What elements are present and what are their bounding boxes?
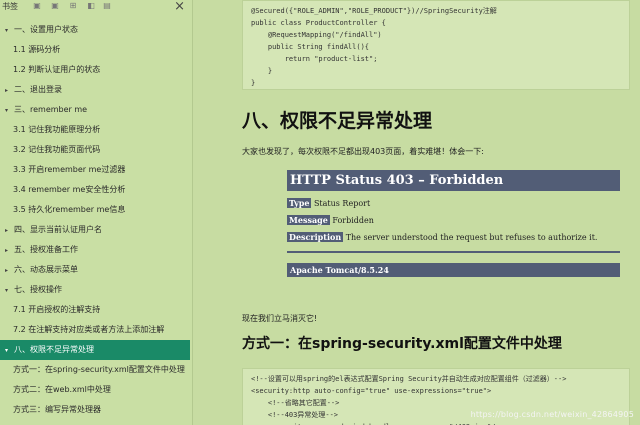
code-line: @RequestMapping("/findAll") <box>251 31 382 39</box>
code-line: public String findAll(){ <box>251 43 370 51</box>
bookmark-item[interactable]: 1.1 源码分析 <box>0 40 190 60</box>
bookmark-label: 四、显示当前认证用户名 <box>14 225 102 234</box>
bookmark-item[interactable]: 方式一：在spring-security.xml配置文件中处理 <box>0 360 190 380</box>
paragraph: 大家也发现了，每次权限不足都出现403页面，着实难堪！体会一下: <box>242 147 484 156</box>
code-line: <security:http auto-config="true" use-ex… <box>251 387 492 395</box>
bookmark-label: 二、退出登录 <box>14 85 62 94</box>
error-description-label: Description <box>287 232 344 242</box>
sidebar-toolbar: 书签 ▣ ▣ ⊞ ◧ ▤ × <box>0 0 192 14</box>
bookmark-item[interactable]: 7.1 开启授权的注解支持 <box>0 300 190 320</box>
code-line: public class ProductController { <box>251 19 386 27</box>
code-line: <!--省略其它配置--> <box>251 399 340 407</box>
bookmark-label: 三、remember me <box>14 105 88 114</box>
bookmark-label: 五、授权准备工作 <box>14 245 78 254</box>
bookmark-label: 一、设置用户状态 <box>14 25 78 34</box>
bookmark-label: 八、权限不足异常处理 <box>14 345 94 354</box>
bookmark-item[interactable]: ▾ 一、设置用户状态 <box>0 20 190 40</box>
caret-down-icon[interactable]: ▾ <box>5 341 14 360</box>
code-line: <!--设置可以用spring的el表达式配置Spring Security并自… <box>251 375 567 383</box>
caret-down-icon[interactable]: ▾ <box>5 281 14 300</box>
error-page-screenshot: HTTP Status 403 – Forbidden Type Status … <box>287 170 620 277</box>
caret-right-icon[interactable]: ▸ <box>5 261 14 280</box>
bookmark-label: 方式一：在spring-security.xml配置文件中处理 <box>13 365 185 374</box>
error-type-label: Type <box>287 198 312 208</box>
paragraph: 现在我们立马消灭它! <box>242 314 318 323</box>
bookmark-label: 方式三：编写异常处理器 <box>13 405 101 414</box>
bookmark-item[interactable]: ▸ 五、授权准备工作 <box>0 240 190 260</box>
bookmark-label: 六、动态展示菜单 <box>14 265 78 274</box>
sidebar-title: 书签 <box>2 2 18 11</box>
bookmark-item[interactable]: 7.2 在注解支持对应类或者方法上添加注解 <box>0 320 190 340</box>
bookmark-item[interactable]: ▾ 八、权限不足异常处理 <box>0 340 190 360</box>
bookmark-item[interactable]: ▾ 三、remember me <box>0 100 190 120</box>
bookmark-item[interactable]: 3.5 持久化remember me信息 <box>0 200 190 220</box>
bookmark-item[interactable]: 3.2 记住我功能页面代码 <box>0 140 190 160</box>
code-line: } <box>251 67 273 75</box>
bookmark-label: 3.3 开启remember me过滤器 <box>13 165 126 174</box>
bookmark-item[interactable]: 方式二：在web.xml中处理 <box>0 380 190 400</box>
section-heading: 八、权限不足异常处理 <box>242 110 433 132</box>
error-description-line: Description The server understood the re… <box>287 232 620 242</box>
add-bookmark-icon[interactable]: ⊞ <box>68 1 78 11</box>
bookmark-item[interactable]: ▾ 七、授权操作 <box>0 280 190 300</box>
error-description-value: The server understood the request but re… <box>345 233 598 242</box>
bookmark-label: 七、授权操作 <box>14 285 62 294</box>
bookmark-label: 3.4 remember me安全性分析 <box>13 185 126 194</box>
delete-icon[interactable]: ▤ <box>102 1 112 11</box>
error-footer: Apache Tomcat/8.5.24 <box>287 263 620 277</box>
caret-down-icon[interactable]: ▾ <box>5 101 14 120</box>
bookmark-label: 3.5 持久化remember me信息 <box>13 205 126 214</box>
bookmark-item[interactable]: ▸ 六、动态展示菜单 <box>0 260 190 280</box>
bookmark-icon[interactable]: ◧ <box>86 1 96 11</box>
bookmark-item[interactable]: 3.3 开启remember me过滤器 <box>0 160 190 180</box>
bookmark-sidebar: 书签 ▣ ▣ ⊞ ◧ ▤ × ▾ 一、设置用户状态 1.1 源码分析 1.2 判断认证… <box>0 0 193 425</box>
bookmark-label: 方式二：在web.xml中处理 <box>13 385 111 394</box>
bookmark-list: ▾ 一、设置用户状态 1.1 源码分析 1.2 判断认证用户的状态 ▸ 二、退出登录 ▾ 三、… <box>0 20 190 420</box>
bookmark-label: 1.1 源码分析 <box>13 45 61 54</box>
document-view: @Secured({"ROLE_ADMIN","ROLE_PRODUCT"})/… <box>194 0 640 425</box>
caret-right-icon[interactable]: ▸ <box>5 241 14 260</box>
close-icon[interactable]: × <box>174 0 185 13</box>
error-type-line: Type Status Report <box>287 198 620 208</box>
bookmark-label: 7.2 在注解支持对应类或者方法上添加注解 <box>13 325 165 334</box>
bookmark-item[interactable]: 3.4 remember me安全性分析 <box>0 180 190 200</box>
code-line: } <box>251 79 256 87</box>
error-title: HTTP Status 403 – Forbidden <box>287 170 620 191</box>
bookmark-label: 3.1 记住我功能原理分析 <box>13 125 101 134</box>
subsection-heading: 方式一：在spring-security.xml配置文件中处理 <box>242 336 562 352</box>
bookmark-item[interactable]: ▸ 二、退出登录 <box>0 80 190 100</box>
code-block-controller: @Secured({"ROLE_ADMIN","ROLE_PRODUCT"})/… <box>242 0 630 90</box>
error-type-value: Status Report <box>313 199 371 208</box>
collapse-icon[interactable]: ▣ <box>50 1 60 11</box>
error-message-line: Message Forbidden <box>287 215 620 225</box>
error-message-label: Message <box>287 215 330 225</box>
bookmark-label: 3.2 记住我功能页面代码 <box>13 145 101 154</box>
error-message-value: Forbidden <box>332 216 374 225</box>
code-line: @Secured({"ROLE_ADMIN","ROLE_PRODUCT"})/… <box>251 7 497 15</box>
caret-right-icon[interactable]: ▸ <box>5 221 14 240</box>
bookmark-item[interactable]: 方式三：编写异常处理器 <box>0 400 190 420</box>
bookmark-item[interactable]: 3.1 记住我功能原理分析 <box>0 120 190 140</box>
caret-down-icon[interactable]: ▾ <box>5 21 14 40</box>
error-divider <box>287 251 620 253</box>
watermark: https://blog.csdn.net/weixin_42864905 <box>470 410 634 419</box>
caret-right-icon[interactable]: ▸ <box>5 81 14 100</box>
code-line: <security:access-denied-handler error-pa… <box>251 421 621 425</box>
bookmark-item[interactable]: 1.2 判断认证用户的状态 <box>0 60 190 80</box>
expand-icon[interactable]: ▣ <box>32 1 42 11</box>
bookmark-label: 7.1 开启授权的注解支持 <box>13 305 101 314</box>
code-line: return "product-list"; <box>251 55 378 63</box>
bookmark-label: 1.2 判断认证用户的状态 <box>13 65 101 74</box>
bookmark-item[interactable]: ▸ 四、显示当前认证用户名 <box>0 220 190 240</box>
